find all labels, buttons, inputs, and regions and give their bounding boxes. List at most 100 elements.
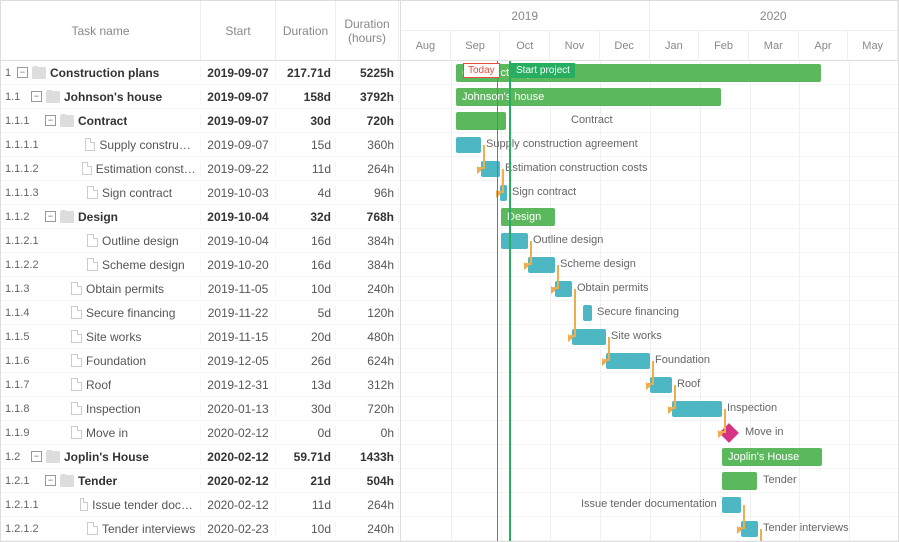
table-row[interactable]: 1.1.6Foundation2019-12-0526d624h xyxy=(1,349,400,373)
cell-start: 2019-09-07 xyxy=(201,66,276,80)
year-cell: 2020 xyxy=(650,1,899,30)
cell-hours: 3792h xyxy=(336,90,399,104)
gantt-row[interactable]: Move in xyxy=(401,421,898,445)
wbs-number: 1.1.2 xyxy=(5,211,41,223)
collapse-toggle[interactable]: − xyxy=(17,67,28,78)
table-row[interactable]: 1.1.9Move in2020-02-120d0h xyxy=(1,421,400,445)
table-row[interactable]: 1.2.1−Tender2020-02-1221d504h xyxy=(1,469,400,493)
table-row[interactable]: 1.2−Joplin's House2020-02-1259.71d1433h xyxy=(1,445,400,469)
task-name: Estimation construction xyxy=(96,162,196,176)
col-header-hours[interactable]: Duration (hours) xyxy=(336,1,399,60)
gantt-row[interactable]: Supply construction agreement xyxy=(401,133,898,157)
task-name: Move in xyxy=(86,426,128,440)
table-row[interactable]: 1.1.1.2Estimation construction2019-09-22… xyxy=(1,157,400,181)
dependency-link xyxy=(570,289,576,337)
gantt-row[interactable]: Secure financing xyxy=(401,301,898,325)
task-bar[interactable] xyxy=(583,305,592,321)
summary-bar[interactable]: Joplin's House xyxy=(722,448,822,466)
cell-dur: 0d xyxy=(276,426,336,440)
collapse-toggle[interactable]: − xyxy=(45,475,56,486)
table-row[interactable]: 1.1.1.1Supply construction2019-09-0715d3… xyxy=(1,133,400,157)
cell-dur: 26d xyxy=(276,354,336,368)
task-bar[interactable] xyxy=(606,353,650,369)
collapse-toggle[interactable]: − xyxy=(31,91,42,102)
bar-label: Scheme design xyxy=(560,258,636,270)
table-row[interactable]: 1.1.2−Design2019-10-0432d768h xyxy=(1,205,400,229)
col-header-name[interactable]: Task name xyxy=(1,1,201,60)
summary-bar[interactable] xyxy=(456,112,506,130)
table-row[interactable]: 1.2.1.1Issue tender documentation2020-02… xyxy=(1,493,400,517)
cell-hours: 264h xyxy=(336,162,399,176)
table-row[interactable]: 1−Construction plans2019-09-07217.71d522… xyxy=(1,61,400,85)
col-header-start[interactable]: Start xyxy=(201,1,276,60)
gantt-row[interactable]: Contract xyxy=(401,109,898,133)
task-name: Joplin's House xyxy=(64,450,149,464)
gantt-row[interactable]: Estimation construction costs xyxy=(401,157,898,181)
table-row[interactable]: 1.1.2.1Outline design2019-10-0416d384h xyxy=(1,229,400,253)
task-bar[interactable] xyxy=(456,137,481,153)
gantt-row[interactable]: Inspection xyxy=(401,397,898,421)
cell-dur: 10d xyxy=(276,522,336,536)
collapse-toggle[interactable]: − xyxy=(31,451,42,462)
summary-bar[interactable]: Johnson's house xyxy=(456,88,721,106)
gantt-row[interactable]: Sign contract xyxy=(401,181,898,205)
gantt-row[interactable]: Tender xyxy=(401,469,898,493)
cell-hours: 96h xyxy=(336,186,399,200)
bar-label: Secure financing xyxy=(597,306,679,318)
task-name: Scheme design xyxy=(102,258,185,272)
task-bar[interactable] xyxy=(528,257,555,273)
table-row[interactable]: 1.1.1−Contract2019-09-0730d720h xyxy=(1,109,400,133)
wbs-number: 1.2 xyxy=(5,451,27,463)
task-name: Supply construction xyxy=(99,138,196,152)
table-row[interactable]: 1.1.3Obtain permits2019-11-0510d240h xyxy=(1,277,400,301)
table-row[interactable]: 1.1.2.2Scheme design2019-10-2016d384h xyxy=(1,253,400,277)
cell-start: 2019-10-04 xyxy=(201,234,276,248)
table-row[interactable]: 1.1.1.3Sign contract2019-10-034d96h xyxy=(1,181,400,205)
task-bar[interactable] xyxy=(501,233,528,249)
col-header-duration[interactable]: Duration xyxy=(276,1,336,60)
gantt-body[interactable]: Today Start project Construction plansJo… xyxy=(401,61,898,541)
table-row[interactable]: 1.1.8Inspection2020-01-1330d720h xyxy=(1,397,400,421)
summary-bar[interactable] xyxy=(722,472,757,490)
document-icon xyxy=(87,186,98,199)
year-cell: 2019 xyxy=(401,1,650,30)
gantt-row[interactable]: Outline design xyxy=(401,229,898,253)
table-row[interactable]: 1.1.7Roof2019-12-3113d312h xyxy=(1,373,400,397)
cell-start: 2019-09-07 xyxy=(201,138,276,152)
wbs-number: 1.1.4 xyxy=(5,307,41,319)
cell-dur: 13d xyxy=(276,378,336,392)
gantt-row[interactable]: Site works xyxy=(401,325,898,349)
bar-label: Roof xyxy=(677,378,700,390)
start-marker xyxy=(509,61,511,541)
cell-start: 2019-09-07 xyxy=(201,90,276,104)
document-icon xyxy=(71,306,82,319)
cell-dur: 20d xyxy=(276,330,336,344)
cell-dur: 5d xyxy=(276,306,336,320)
task-bar[interactable] xyxy=(672,401,722,417)
table-row[interactable]: 1.1.4Secure financing2019-11-225d120h xyxy=(1,301,400,325)
collapse-toggle[interactable]: − xyxy=(45,211,56,222)
timeline-header: 20192020 AugSepOctNovDecJanFebMarAprMay xyxy=(401,1,898,61)
gantt-row[interactable]: Johnson's house xyxy=(401,85,898,109)
document-icon xyxy=(85,138,95,151)
folder-icon xyxy=(46,91,60,103)
cell-start: 2020-01-13 xyxy=(201,402,276,416)
collapse-toggle[interactable]: − xyxy=(45,115,56,126)
cell-hours: 624h xyxy=(336,354,399,368)
table-row[interactable]: 1.1−Johnson's house2019-09-07158d3792h xyxy=(1,85,400,109)
cell-start: 2019-11-22 xyxy=(201,306,276,320)
table-row[interactable]: 1.1.5Site works2019-11-1520d480h xyxy=(1,325,400,349)
task-bar[interactable] xyxy=(572,329,606,345)
cell-dur: 32d xyxy=(276,210,336,224)
gantt-row[interactable]: Tender interviews xyxy=(401,517,898,541)
gantt-row[interactable]: Joplin's House xyxy=(401,445,898,469)
timeline-panel[interactable]: 20192020 AugSepOctNovDecJanFebMarAprMay … xyxy=(401,1,898,541)
gantt-row[interactable]: Design xyxy=(401,205,898,229)
gantt-row[interactable]: Scheme design xyxy=(401,253,898,277)
month-cell: Aug xyxy=(401,31,451,61)
gantt-row[interactable]: Obtain permits xyxy=(401,277,898,301)
gantt-row[interactable]: Issue tender documentation xyxy=(401,493,898,517)
document-icon xyxy=(87,522,98,535)
folder-icon xyxy=(60,211,74,223)
table-row[interactable]: 1.2.1.2Tender interviews2020-02-2310d240… xyxy=(1,517,400,541)
